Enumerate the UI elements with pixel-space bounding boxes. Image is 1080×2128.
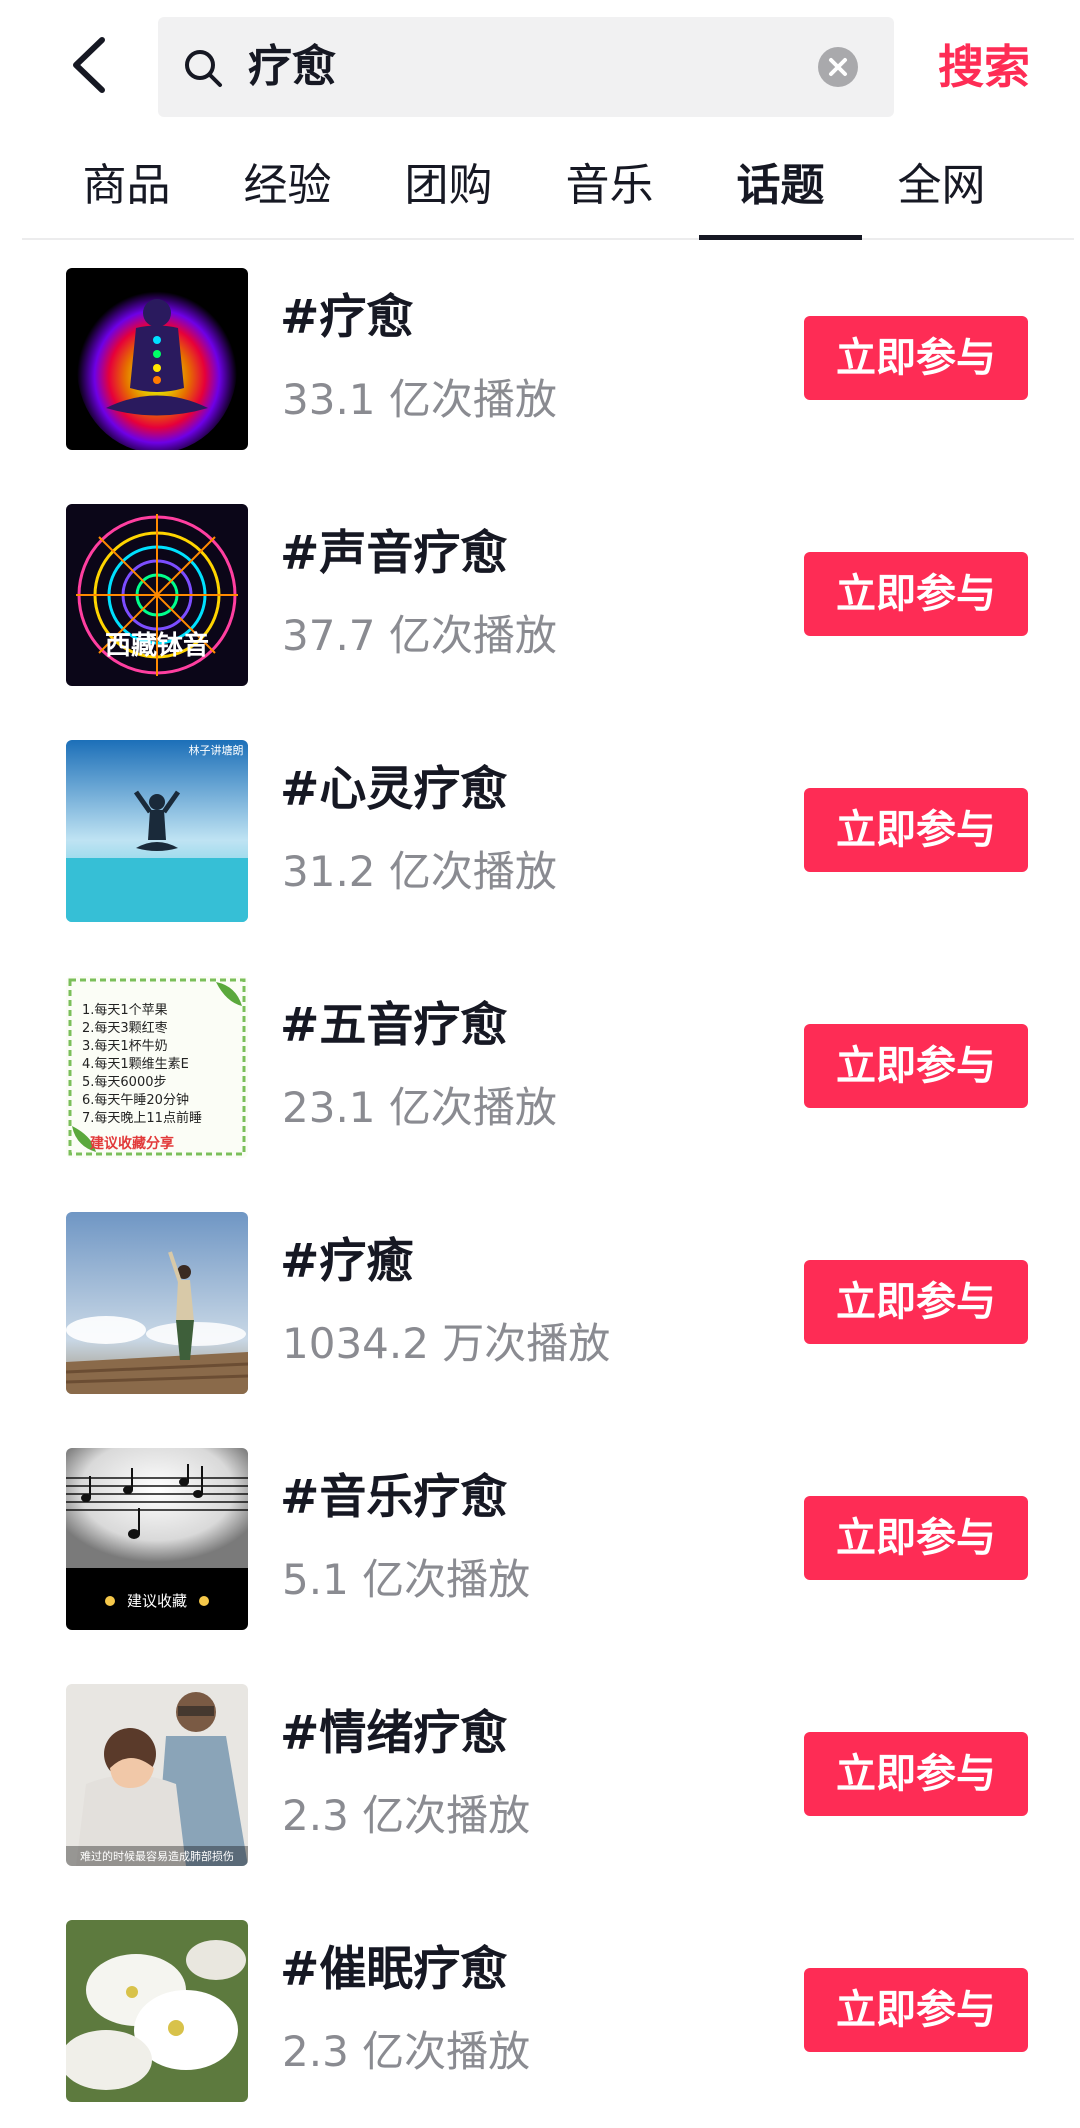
thumbnail-caption: 林子讲塘朗 [189, 743, 244, 757]
topic-row[interactable]: 林子讲塘朗 #心灵疗愈 31.2 亿次播放 立即参与 [0, 712, 1080, 948]
thumbnail-line: 3.每天1杯牛奶 [82, 1038, 168, 1054]
tab-topics[interactable]: 话题 [699, 140, 862, 240]
topic-thumbnail[interactable]: 林子讲塘朗 [66, 740, 248, 922]
topic-thumbnail[interactable]: 西藏钵音 [66, 504, 248, 686]
topic-title: #音乐疗愈 [280, 1470, 508, 1525]
thumbnail-line: 6.每天午睡20分钟 [82, 1092, 189, 1108]
topic-row[interactable]: 难过的时候最容易造成肺部损伤 #情绪疗愈 2.3 亿次播放 立即参与 [0, 1656, 1080, 1892]
thumbnail-caption: 建议收藏 [127, 1592, 187, 1610]
topic-title: #情绪疗愈 [280, 1706, 508, 1761]
clear-search-button[interactable] [818, 47, 858, 87]
topic-thumbnail[interactable] [66, 268, 248, 450]
thumbnail-line: 7.每天晚上11点前睡 [82, 1110, 202, 1126]
thumbnail-caption: 建议收藏分享 [90, 1135, 174, 1152]
join-topic-button[interactable]: 立即参与 [804, 316, 1028, 400]
topic-title: #疗癒 [280, 1234, 414, 1289]
thumbnail-caption: 难过的时候最容易造成肺部损伤 [80, 1849, 234, 1863]
search-icon [185, 50, 222, 87]
topic-title: #催眠疗愈 [280, 1942, 508, 1997]
thumbnail-caption: 西藏钵音 [105, 630, 209, 661]
tab-all-web[interactable]: 全网 [860, 140, 1023, 238]
join-topic-button[interactable]: 立即参与 [804, 1496, 1028, 1580]
topic-row[interactable]: #催眠疗愈 2.3 亿次播放 立即参与 [0, 1892, 1080, 2128]
topic-play-count: 2.3 亿次播放 [282, 1791, 531, 1840]
topic-thumbnail[interactable]: 难过的时候最容易造成肺部损伤 [66, 1684, 248, 1866]
chevron-left-icon [73, 37, 105, 93]
thumbnail-line: 2.每天3颗红枣 [82, 1020, 168, 1036]
topic-thumbnail[interactable]: 1.每天1个苹果 2.每天3颗红枣 3.每天1杯牛奶 4.每天1颗维生素E 5.… [66, 976, 248, 1158]
topic-row[interactable]: 1.每天1个苹果 2.每天3颗红枣 3.每天1杯牛奶 4.每天1颗维生素E 5.… [0, 948, 1080, 1184]
topic-row[interactable]: #疗愈 33.1 亿次播放 立即参与 [0, 240, 1080, 476]
topic-play-count: 23.1 亿次播放 [282, 1083, 557, 1132]
topic-title: #声音疗愈 [280, 526, 508, 581]
clear-icon [829, 58, 847, 76]
topic-row[interactable]: 建议收藏 #音乐疗愈 5.1 亿次播放 立即参与 [0, 1420, 1080, 1656]
topic-row[interactable]: 西藏钵音 #声音疗愈 37.7 亿次播放 立即参与 [0, 476, 1080, 712]
category-tabs: 商品 经验 团购 音乐 话题 全网 [22, 140, 1074, 240]
search-input[interactable]: 疗愈 [158, 17, 894, 117]
topic-thumbnail[interactable]: 建议收藏 [66, 1448, 248, 1630]
tab-experience[interactable]: 经验 [206, 140, 369, 238]
join-topic-button[interactable]: 立即参与 [804, 1260, 1028, 1344]
search-query-text: 疗愈 [248, 41, 336, 92]
tab-group-buy[interactable]: 团购 [367, 140, 530, 238]
topic-play-count: 2.3 亿次播放 [282, 2027, 531, 2076]
topic-thumbnail[interactable] [66, 1212, 248, 1394]
search-header: 疗愈 搜索 [0, 0, 1080, 132]
join-topic-button[interactable]: 立即参与 [804, 1968, 1028, 2052]
thumbnail-line: 5.每天6000步 [82, 1074, 167, 1090]
topic-play-count: 1034.2 万次播放 [282, 1319, 611, 1368]
topic-play-count: 37.7 亿次播放 [282, 611, 557, 660]
tab-goods[interactable]: 商品 [45, 140, 208, 238]
topic-title: #疗愈 [280, 290, 414, 345]
join-topic-button[interactable]: 立即参与 [804, 788, 1028, 872]
thumbnail-line: 4.每天1颗维生素E [82, 1056, 189, 1072]
back-button[interactable] [62, 30, 122, 100]
thumbnail-line: 1.每天1个苹果 [82, 1002, 168, 1018]
join-topic-button[interactable]: 立即参与 [804, 552, 1028, 636]
tab-music[interactable]: 音乐 [528, 140, 691, 238]
topic-row[interactable]: #疗癒 1034.2 万次播放 立即参与 [0, 1184, 1080, 1420]
topic-title: #心灵疗愈 [280, 762, 508, 817]
join-topic-button[interactable]: 立即参与 [804, 1732, 1028, 1816]
topic-title: #五音疗愈 [280, 998, 508, 1053]
join-topic-button[interactable]: 立即参与 [804, 1024, 1028, 1108]
topic-play-count: 5.1 亿次播放 [282, 1555, 531, 1604]
topic-play-count: 31.2 亿次播放 [282, 847, 557, 896]
search-submit-button[interactable]: 搜索 [938, 20, 1030, 114]
topic-thumbnail[interactable] [66, 1920, 248, 2102]
topic-play-count: 33.1 亿次播放 [282, 375, 557, 424]
